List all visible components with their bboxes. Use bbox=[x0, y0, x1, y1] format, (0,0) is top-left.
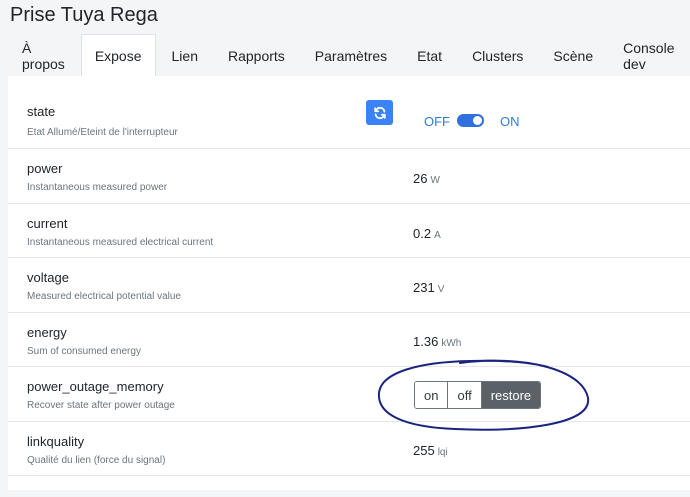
row-description: Instantaneous measured electrical curren… bbox=[27, 237, 214, 248]
refresh-button[interactable] bbox=[366, 100, 393, 125]
row-description: Sum of consumed energy bbox=[27, 346, 141, 357]
tab-clusters[interactable]: Clusters bbox=[458, 34, 537, 76]
refresh-icon bbox=[373, 106, 386, 119]
tab-rapports[interactable]: Rapports bbox=[214, 34, 299, 76]
value-number: 231 bbox=[413, 280, 435, 295]
expose-row-power: power Instantaneous measured power 26 W bbox=[8, 149, 690, 204]
expose-row-current: current Instantaneous measured electrica… bbox=[8, 204, 690, 258]
value-unit: V bbox=[437, 284, 445, 295]
power-outage-memory-selector: on off restore bbox=[414, 381, 542, 409]
row-name: energy bbox=[27, 325, 67, 340]
expose-row-linkquality: linkquality Qualité du lien (force du si… bbox=[8, 422, 690, 476]
row-description: Measured electrical potential value bbox=[27, 291, 181, 302]
tab-parametres[interactable]: Paramètres bbox=[301, 34, 401, 76]
value-unit: lqi bbox=[437, 447, 448, 458]
off-label: OFF bbox=[424, 114, 450, 129]
voltage-value: 231 V bbox=[413, 280, 444, 295]
value-number: 0.2 bbox=[413, 226, 432, 241]
tab-console-dev[interactable]: Console dev bbox=[609, 34, 688, 76]
value-number: 26 bbox=[413, 171, 428, 186]
tab-scene[interactable]: Scène bbox=[539, 34, 607, 76]
option-on-button[interactable]: on bbox=[415, 382, 448, 408]
row-description: Etat Allumé/Eteint de l'interrupteur bbox=[27, 127, 178, 138]
value-unit: kWh bbox=[441, 338, 462, 349]
row-name: power_outage_memory bbox=[27, 379, 164, 394]
row-description: Qualité du lien (force du signal) bbox=[27, 455, 166, 466]
expose-card: state Etat Allumé/Eteint de l'interrupte… bbox=[8, 76, 690, 490]
linkquality-value: 255 lqi bbox=[413, 443, 448, 458]
expose-row-energy: energy Sum of consumed energy 1.36 kWh bbox=[8, 313, 690, 367]
tab-lien[interactable]: Lien bbox=[158, 34, 212, 76]
tab-expose[interactable]: Expose bbox=[80, 34, 156, 77]
option-off-button[interactable]: off bbox=[447, 382, 481, 408]
value-number: 255 bbox=[413, 443, 435, 458]
expose-row-voltage: voltage Measured electrical potential va… bbox=[8, 258, 690, 313]
option-restore-button[interactable]: restore bbox=[480, 382, 541, 408]
row-name: linkquality bbox=[27, 434, 85, 449]
value-number: 1.36 bbox=[413, 334, 439, 349]
row-description: Instantaneous measured power bbox=[27, 182, 168, 193]
state-toggle-switch[interactable] bbox=[457, 114, 484, 127]
expose-row-state: state Etat Allumé/Eteint de l'interrupte… bbox=[8, 76, 690, 149]
on-label: ON bbox=[500, 114, 520, 129]
row-name: voltage bbox=[27, 270, 69, 285]
tab-a-propos[interactable]: À propos bbox=[8, 34, 79, 76]
row-name: state bbox=[27, 104, 56, 119]
value-unit: A bbox=[434, 230, 441, 241]
value-unit: W bbox=[430, 175, 440, 186]
tab-etat[interactable]: Etat bbox=[403, 34, 456, 76]
row-name: power bbox=[27, 161, 63, 176]
row-name: current bbox=[27, 216, 68, 231]
row-description: Recover state after power outage bbox=[27, 400, 175, 411]
expose-row-power-outage-memory: power_outage_memory Recover state after … bbox=[8, 367, 690, 422]
current-value: 0.2 A bbox=[413, 226, 441, 241]
tab-bar: À propos Expose Lien Rapports Paramètres… bbox=[8, 34, 690, 77]
page-title: Prise Tuya Rega bbox=[10, 4, 158, 26]
power-value: 26 W bbox=[413, 171, 440, 186]
switch-knob bbox=[473, 116, 482, 125]
energy-value: 1.36 kWh bbox=[413, 334, 461, 349]
